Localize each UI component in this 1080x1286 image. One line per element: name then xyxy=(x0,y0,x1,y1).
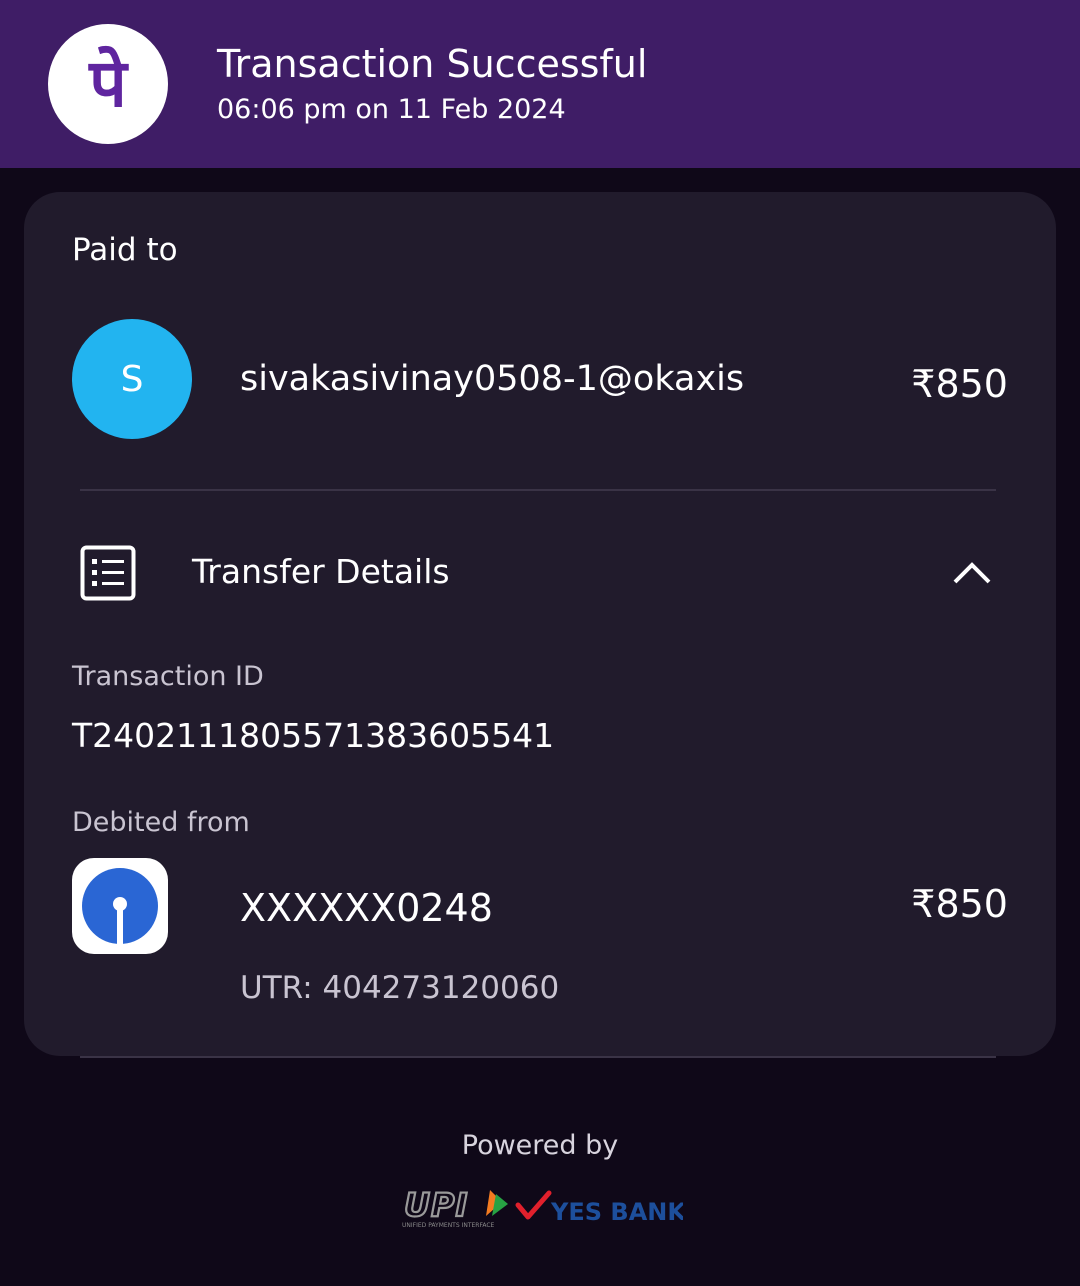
transfer-details-title[interactable]: Transfer Details xyxy=(192,552,450,591)
upi-logo-icon: UPI UNIFIED PAYMENTS INTERFACE xyxy=(400,1185,512,1234)
payee-avatar: S xyxy=(72,319,192,439)
transaction-id-label: Transaction ID xyxy=(72,661,264,692)
phonepe-logo-icon: पे xyxy=(48,24,168,144)
phonepe-logo-glyph: पे xyxy=(87,45,129,122)
transaction-status-title: Transaction Successful xyxy=(217,42,648,86)
divider xyxy=(80,489,996,491)
receipt-list-icon xyxy=(80,545,136,605)
transaction-datetime: 06:06 pm on 11 Feb 2024 xyxy=(217,94,566,125)
upi-logo-text: UPI xyxy=(404,1186,468,1224)
transaction-card: Paid to S sivakasivinay0508-1@okaxis ₹85… xyxy=(24,192,1056,1056)
chevron-up-icon[interactable] xyxy=(952,558,992,590)
sbi-logo-icon xyxy=(72,858,168,954)
payee-upi-id: sivakasivinay0508-1@okaxis xyxy=(240,359,745,399)
app-header: पे Transaction Successful 06:06 pm on 11… xyxy=(0,0,1080,168)
transaction-id-value[interactable]: T2402111805571383605541 xyxy=(72,716,554,755)
yes-bank-text: YES BANK xyxy=(550,1198,683,1226)
paid-amount: ₹850 xyxy=(911,362,1008,406)
powered-by-label: Powered by xyxy=(461,1130,619,1161)
yes-bank-logo-icon: YES BANK xyxy=(515,1187,687,1235)
bottom-divider xyxy=(80,1056,996,1058)
utr-number[interactable]: UTR: 404273120060 xyxy=(240,970,559,1006)
paid-to-label: Paid to xyxy=(72,232,178,268)
debited-amount: ₹850 xyxy=(911,882,1008,926)
debited-account-number: XXXXXX0248 xyxy=(240,886,493,930)
upi-subtext: UNIFIED PAYMENTS INTERFACE xyxy=(402,1222,495,1229)
debited-from-label: Debited from xyxy=(72,807,250,838)
